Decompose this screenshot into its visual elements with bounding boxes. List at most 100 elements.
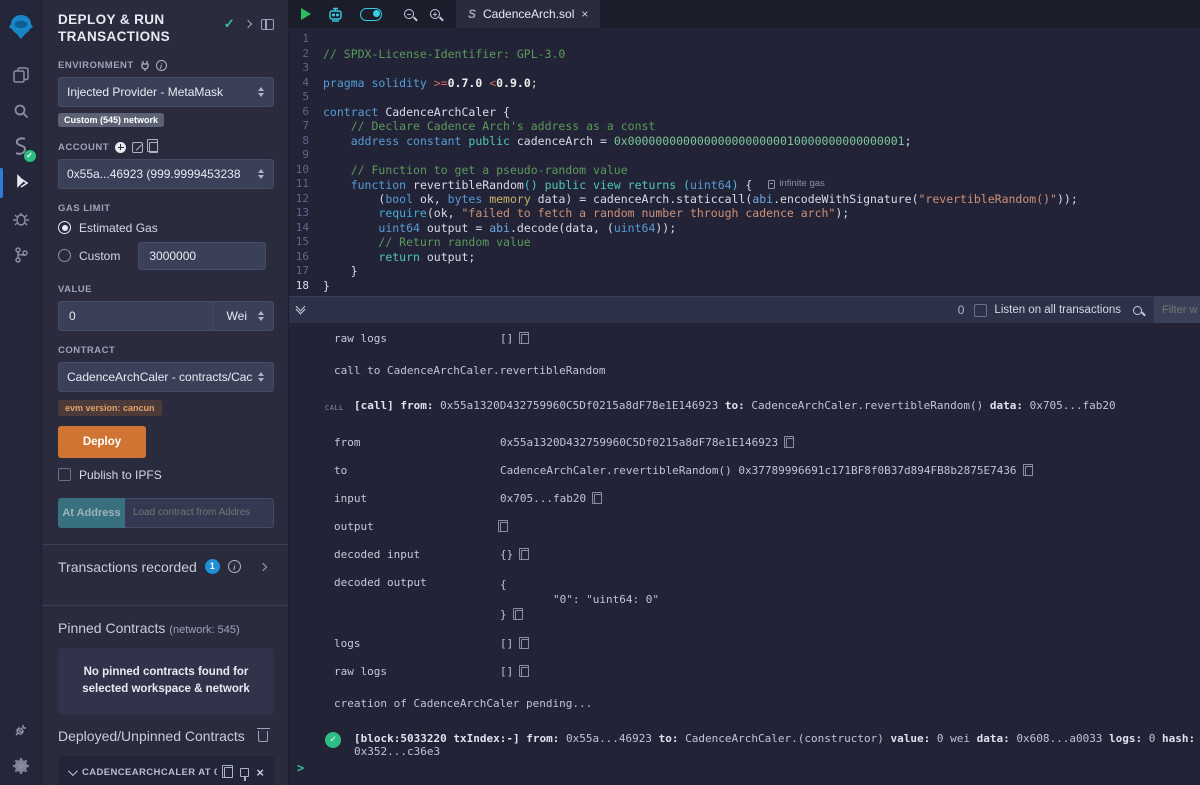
remove-contract-icon[interactable]: × — [256, 766, 264, 779]
settings-gear-icon[interactable] — [0, 749, 42, 783]
code-line: 3 — [289, 61, 1200, 76]
terminal-summary-row[interactable]: ✓[block:5033220 txIndex:-] from: 0x55a..… — [325, 732, 1200, 758]
pin-contract-icon[interactable] — [240, 768, 249, 777]
publish-ipfs-checkbox[interactable] — [58, 468, 71, 481]
copy-icon[interactable] — [521, 334, 529, 344]
publish-ipfs-row[interactable]: Publish to IPFS — [58, 468, 274, 482]
at-address-button[interactable]: At Address — [58, 498, 125, 528]
terminal-output[interactable]: raw logs[] call to CadenceArchCaler.rever… — [289, 323, 1200, 785]
decoded-output-block: { "0": "uint64: 0"} — [500, 577, 659, 622]
code-text: require(ok, "failed to fetch a random nu… — [323, 206, 849, 221]
at-address-input[interactable] — [125, 498, 274, 528]
deploy-button[interactable]: Deploy — [58, 426, 146, 458]
chevron-down-icon[interactable] — [68, 766, 78, 776]
activity-bar: ✓ — [0, 0, 42, 785]
terminal-summary-row[interactable]: CALL[call] from: 0x55a1320D432759960C5Df… — [325, 399, 1200, 415]
terminal-kv-row: raw logs[] — [334, 666, 1200, 678]
solidity-compiler-icon[interactable]: ✓ — [0, 130, 42, 164]
code-line: 15 // Return random value — [289, 235, 1200, 250]
code-text: // SPDX-License-Identifier: GPL-3.0 — [323, 47, 565, 62]
search-icon[interactable] — [0, 94, 42, 128]
chevron-updown-icon — [257, 169, 265, 179]
code-line: 18} — [289, 279, 1200, 294]
terminal-value: { "0": "uint64: 0"} — [500, 577, 659, 622]
debugger-icon[interactable] — [0, 202, 42, 236]
environment-info-icon[interactable]: i — [156, 60, 167, 71]
copy-account-icon[interactable] — [149, 142, 158, 153]
environment-select[interactable]: Injected Provider - MetaMask — [58, 77, 274, 107]
terminal-kv-row: toCadenceArchCaler.revertibleRandom() 0x… — [334, 465, 1200, 477]
add-account-icon[interactable] — [115, 142, 126, 153]
code-text: contract CadenceArchCaler { — [323, 105, 510, 120]
transactions-info-icon[interactable]: i — [228, 560, 241, 573]
copy-icon[interactable] — [521, 550, 529, 560]
listen-row[interactable]: Listen on all transactions — [974, 304, 1121, 317]
terminal: 0 Listen on all transactions raw logs[]c… — [289, 296, 1200, 785]
copy-icon[interactable] — [500, 522, 508, 532]
custom-gas-radio[interactable]: Custom 3000000 — [58, 242, 274, 270]
terminal-key: decoded output — [334, 577, 500, 622]
transactions-recorded-row[interactable]: Transactions recorded 1 i — [58, 545, 274, 589]
plugin-manager-icon[interactable] — [0, 713, 42, 747]
contract-select[interactable]: CadenceArchCaler - contracts/Cac — [58, 362, 274, 392]
tab-cadencearch[interactable]: S CadenceArch.sol × — [456, 0, 600, 28]
copy-icon[interactable] — [786, 438, 794, 448]
chevron-right-icon[interactable] — [259, 563, 267, 571]
listen-checkbox[interactable] — [974, 304, 987, 317]
pin-panel-icon[interactable] — [261, 19, 274, 30]
code-editor[interactable]: 12// SPDX-License-Identifier: GPL-3.034p… — [289, 28, 1200, 296]
terminal-filter-input[interactable] — [1154, 297, 1200, 323]
copy-icon[interactable] — [515, 610, 523, 620]
line-number: 2 — [289, 47, 323, 62]
code-line: 9 — [289, 148, 1200, 163]
zoom-out-icon[interactable]: − — [396, 0, 422, 28]
custom-gas-input[interactable]: 3000000 — [138, 242, 266, 270]
plug-icon[interactable] — [140, 60, 150, 71]
value-input[interactable]: 0 — [58, 301, 212, 331]
chevron-right-icon[interactable] — [244, 20, 252, 28]
copy-icon[interactable] — [594, 494, 602, 504]
value-unit-select[interactable]: Wei — [212, 301, 274, 331]
zoom-in-icon[interactable]: + — [422, 0, 448, 28]
code-text: // Function to get a pseudo-random value — [323, 163, 628, 178]
compile-success-badge: ✓ — [24, 150, 36, 162]
line-number: 18 — [289, 279, 323, 294]
ai-copilot-icon[interactable] — [319, 0, 352, 28]
run-script-icon[interactable] — [289, 0, 319, 28]
transactions-recorded-label: Transactions recorded — [58, 559, 197, 575]
close-tab-icon[interactable]: × — [581, 7, 588, 21]
terminal-kv-row: from0x55a1320D432759960C5Df0215a8dF78e1E… — [334, 437, 1200, 449]
estimated-gas-radio[interactable]: Estimated Gas — [58, 221, 274, 235]
code-line: 5 — [289, 90, 1200, 105]
collapse-terminal-icon[interactable] — [297, 307, 304, 313]
clear-deployed-icon[interactable] — [258, 731, 268, 742]
account-select[interactable]: 0x55a...46923 (999.9999453238 — [58, 159, 274, 189]
terminal-search-icon[interactable] — [1133, 306, 1142, 315]
chevron-updown-icon — [257, 372, 265, 382]
copy-icon[interactable] — [521, 639, 529, 649]
line-number: 9 — [289, 148, 323, 163]
deployed-contract-title[interactable]: CADENCEARCHCALER AT 0) — [82, 767, 217, 778]
terminal-prompt[interactable]: > — [297, 761, 304, 775]
terminal-key: logs — [334, 638, 500, 650]
remix-logo-icon — [0, 10, 42, 44]
transactions-count-badge: 1 — [205, 559, 220, 574]
git-icon[interactable] — [0, 238, 42, 272]
tab-label: CadenceArch.sol — [483, 7, 574, 21]
code-text: address constant public cadenceArch = 0x… — [323, 134, 912, 149]
copy-address-icon[interactable] — [224, 767, 233, 778]
line-number: 8 — [289, 134, 323, 149]
terminal-text-row: call to CadenceArchCaler.revertibleRando… — [334, 365, 1200, 377]
terminal-kv-row: input0x705...fab20 — [334, 493, 1200, 505]
copilot-toggle[interactable] — [352, 0, 390, 28]
gas-limit-label: GAS LIMIT — [58, 203, 274, 214]
terminal-key: output — [334, 521, 500, 533]
copy-icon[interactable] — [1025, 466, 1033, 476]
file-explorer-icon[interactable] — [0, 58, 42, 92]
sign-message-icon[interactable] — [132, 142, 143, 153]
copy-icon[interactable] — [521, 667, 529, 677]
code-text: } — [323, 279, 330, 294]
code-text: uint64 output = abi.decode(data, (uint64… — [323, 221, 676, 236]
deploy-run-icon[interactable] — [0, 166, 42, 200]
code-text: function revertibleRandom() public view … — [323, 177, 825, 192]
